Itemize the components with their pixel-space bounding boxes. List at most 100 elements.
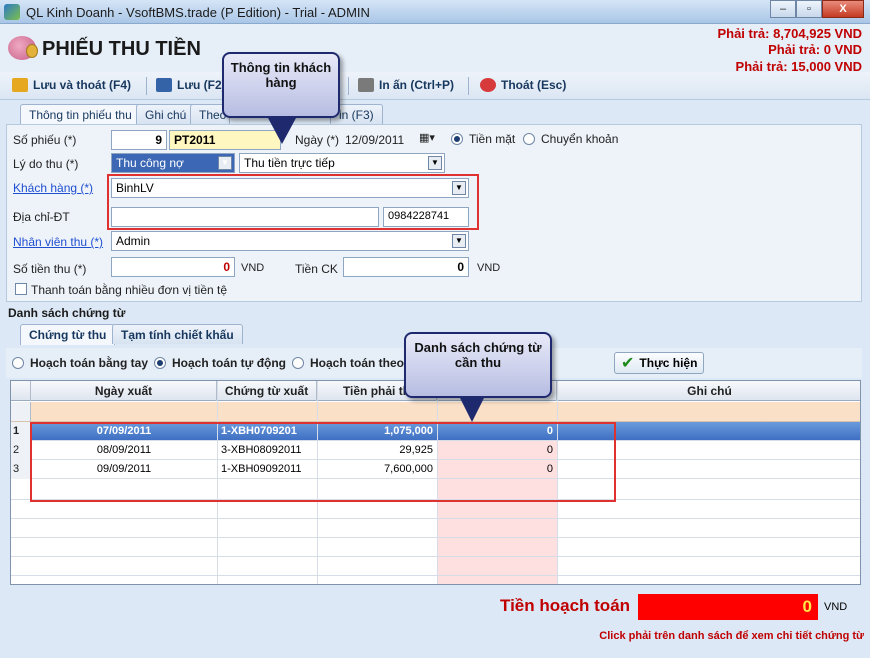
radio-auto[interactable]	[154, 357, 166, 369]
khach-hang-link[interactable]: Khách hàng (*)	[13, 181, 93, 195]
tab-tam-tinh[interactable]: Tạm tính chiết khấu	[112, 324, 243, 344]
row-number: 1	[11, 422, 31, 441]
callout-customer-text: Thông tin khách hàng	[230, 60, 332, 90]
so-phieu-code[interactable]: PT2011	[169, 130, 281, 150]
calendar-icon[interactable]: ▦▾	[419, 131, 435, 144]
nhan-vien-value: Admin	[116, 234, 151, 248]
tab-chung-tu-thu[interactable]: Chứng từ thu	[20, 324, 116, 345]
toolbar-separator	[468, 77, 469, 95]
save-button[interactable]: Lưu (F2)	[156, 78, 226, 92]
header-rownum	[11, 381, 31, 401]
ly-do-value: Thu công nợ	[116, 156, 184, 170]
tab-thong-tin[interactable]: Thông tin phiếu thu	[20, 104, 141, 125]
save-label: Lưu (F2)	[177, 78, 226, 92]
radio-by-label: Hoạch toán theo	[310, 356, 405, 370]
grid-line	[11, 537, 860, 538]
toolbar: Lưu và thoát (F4) Lưu (F2) In ấn (Ctrl+P…	[0, 72, 870, 100]
row-number: 2	[11, 441, 31, 460]
total-value: 0	[638, 594, 818, 620]
chuyen-khoan-label: Chuyển khoản	[541, 132, 619, 146]
minimize-button[interactable]: –	[770, 0, 796, 18]
coin-icon	[26, 44, 38, 58]
payable-line-2: Phải trả: 0 VND	[768, 42, 862, 57]
radio-manual-label: Hoạch toán bằng tay	[30, 356, 149, 370]
save-close-icon	[12, 78, 28, 92]
print-button[interactable]: In ấn (Ctrl+P)	[358, 78, 454, 92]
callout-customer-info: Thông tin khách hàng	[222, 52, 340, 118]
exit-button[interactable]: Thoát (Esc)	[480, 78, 566, 92]
ly-do-detail-value: Thu tiền trực tiếp	[244, 156, 335, 170]
nhan-vien-link[interactable]: Nhân viên thu (*)	[13, 235, 103, 249]
tab-ghi-chu[interactable]: Ghi chú	[136, 104, 196, 124]
multi-currency-label: Thanh toán bằng nhiều đơn vị tiền tệ	[31, 283, 228, 297]
context-hint: Click phải trên danh sách để xem chi tiế…	[599, 630, 864, 642]
chevron-down-icon: ▼	[428, 156, 442, 170]
callout-tail	[268, 118, 296, 144]
exit-icon	[480, 78, 496, 92]
check-icon: ✔	[621, 355, 635, 372]
window-title: QL Kinh Doanh - VsoftBMS.trade (P Editio…	[26, 5, 370, 20]
printer-icon	[358, 78, 374, 92]
header-ngay-xuat[interactable]: Ngày xuất	[31, 381, 217, 401]
ngay-value[interactable]: 12/09/2011	[345, 133, 404, 147]
radio-auto-label: Hoạch toán tự động	[172, 356, 287, 370]
dia-chi-label: Địa chỉ-ĐT	[13, 210, 70, 224]
so-phieu-number[interactable]: 9	[111, 130, 167, 150]
so-phieu-label: Số phiếu (*)	[13, 133, 77, 147]
close-button[interactable]: X	[822, 0, 864, 18]
nhan-vien-select[interactable]: Admin ▼	[111, 231, 469, 251]
documents-highlight-box	[30, 422, 616, 502]
save-close-label: Lưu và thoát (F4)	[33, 78, 132, 92]
grid-line	[11, 518, 860, 519]
execute-button[interactable]: ✔ Thực hiện	[614, 352, 704, 374]
chevron-down-icon: ▼	[218, 156, 232, 170]
so-tien-unit: VND	[241, 262, 265, 274]
tien-ck-label: Tiền CK	[295, 262, 338, 276]
toolbar-separator	[348, 77, 349, 95]
execute-label: Thực hiện	[639, 356, 698, 370]
so-tien-label: Số tiền thu (*)	[13, 262, 87, 276]
filter-rownum	[11, 402, 31, 421]
main-tabs: Thông tin phiếu thu Ghi chú Theo in (F3)	[0, 104, 870, 125]
radio-chuyen-khoan[interactable]	[523, 133, 535, 145]
header-chung-tu[interactable]: Chứng từ xuất	[217, 381, 317, 401]
chevron-down-icon: ▼	[452, 234, 466, 248]
main-window: PHIẾU THU TIỀN Phải trả: 8,704,925 VND P…	[0, 24, 870, 658]
save-icon	[156, 78, 172, 92]
header-ghi-chu[interactable]: Ghi chú	[557, 381, 860, 401]
toolbar-separator	[146, 77, 147, 95]
ly-do-label: Lý do thu (*)	[13, 157, 79, 171]
radio-tien-mat[interactable]	[451, 133, 463, 145]
callout-documents: Danh sách chứng từ cần thu	[404, 332, 552, 398]
save-close-button[interactable]: Lưu và thoát (F4)	[12, 78, 131, 92]
total-unit: VND	[824, 601, 848, 613]
receipt-form: Số phiếu (*) 9 PT2011 Ngày (*) 12/09/201…	[6, 124, 862, 302]
tien-mat-label: Tiền mặt	[469, 132, 516, 146]
page-header: PHIẾU THU TIỀN Phải trả: 8,704,925 VND P…	[0, 24, 870, 74]
window-titlebar: QL Kinh Doanh - VsoftBMS.trade (P Editio…	[0, 0, 870, 24]
multi-currency-checkbox[interactable]	[15, 283, 27, 295]
ly-do-detail-select[interactable]: Thu tiền trực tiếp ▼	[239, 153, 445, 173]
radio-manual[interactable]	[12, 357, 24, 369]
so-tien-input[interactable]: 0	[111, 257, 235, 277]
app-icon	[4, 4, 20, 20]
filter-row[interactable]	[11, 402, 860, 422]
row-number: 3	[11, 460, 31, 479]
callout-documents-text: Danh sách chứng từ cần thu	[414, 340, 542, 370]
tien-ck-input[interactable]: 0	[343, 257, 469, 277]
grid-line	[11, 556, 860, 557]
payable-line-1: Phải trả: 8,704,925 VND	[717, 26, 862, 41]
grid-line	[11, 575, 860, 576]
customer-highlight-box	[107, 174, 479, 230]
ly-do-select[interactable]: Thu công nợ ▼	[111, 153, 235, 173]
total-label: Tiền hoạch toán	[500, 596, 631, 615]
maximize-button[interactable]: ▫	[796, 0, 822, 18]
radio-by[interactable]	[292, 357, 304, 369]
section-title: Danh sách chứng từ	[8, 306, 126, 320]
callout-tail	[460, 398, 484, 422]
print-label: In ấn (Ctrl+P)	[379, 78, 455, 92]
ngay-label: Ngày (*)	[295, 133, 340, 147]
tien-ck-unit: VND	[477, 262, 501, 274]
page-title: PHIẾU THU TIỀN	[42, 38, 201, 60]
exit-label: Thoát (Esc)	[501, 78, 567, 92]
